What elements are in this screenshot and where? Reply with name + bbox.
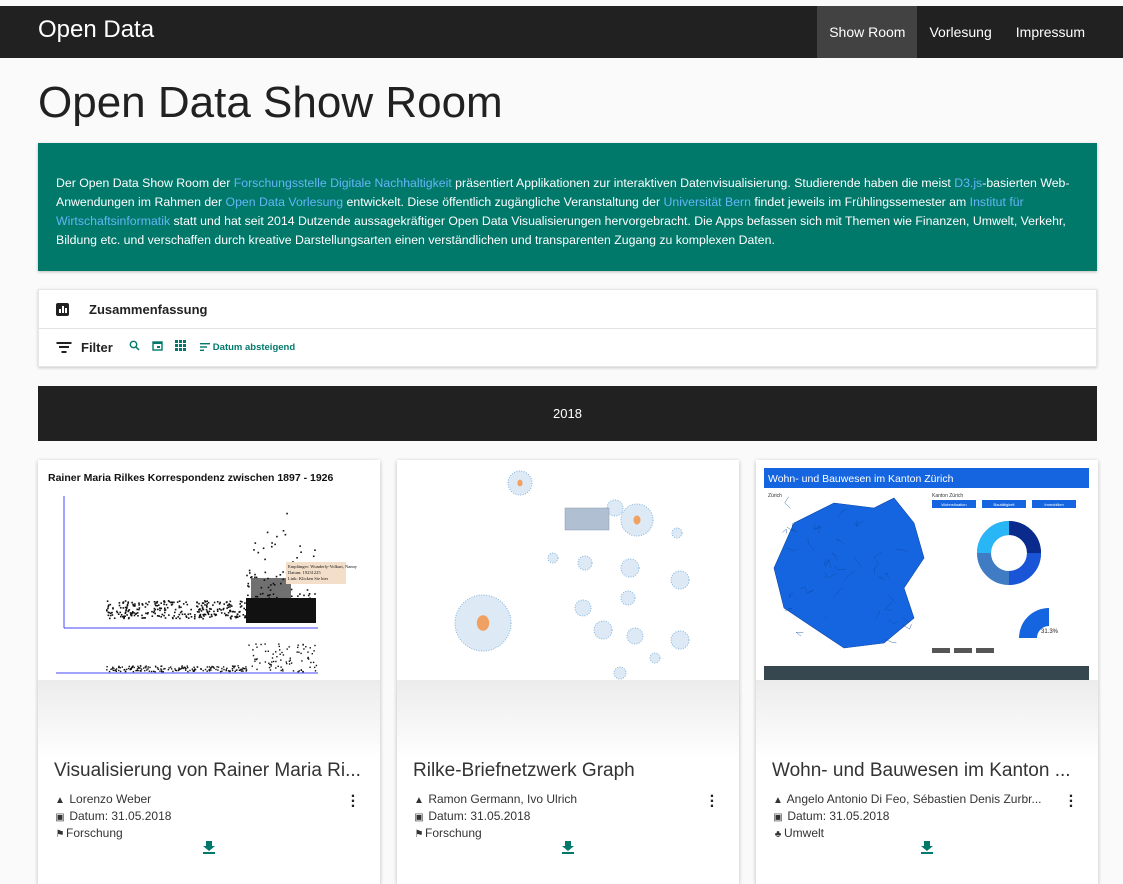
card-fade — [38, 680, 380, 760]
app-card-wohn-bauwesen[interactable]: Wohn- und Bauwesen im Kanton Zürich Züri… — [756, 460, 1098, 884]
more-vert-icon[interactable]: ... — [709, 785, 715, 811]
calendar-icon[interactable] — [152, 340, 163, 354]
filter-row: Filter Datum absteigend — [39, 328, 1096, 366]
app-card-rilke-network[interactable]: Rilke-Briefnetzwerk Graph ▲ Ramon German… — [397, 460, 739, 884]
calendar-icon: ▣ — [773, 812, 783, 823]
date-text: Datum: 31.05.2018 — [69, 809, 172, 823]
card-fade — [397, 680, 739, 760]
card-title[interactable]: Wohn- und Bauwesen im Kanton ... — [772, 760, 1084, 782]
intro-text-5: findet jeweils im Frühlingssemester am — [750, 195, 970, 209]
more-vert-icon[interactable]: ... — [1068, 785, 1074, 811]
download-icon[interactable] — [921, 841, 933, 859]
thumb-tooltip-3: Link: Klicken Sie hier — [288, 576, 329, 581]
card-category: ⚑ Forschung — [413, 826, 482, 840]
card-date: ▣ Datum: 31.05.2018 — [54, 809, 171, 823]
summary-label: Zusammenfassung — [89, 301, 208, 317]
intro-text-6: statt und hat seit 2014 Dutzende aussage… — [56, 214, 1066, 247]
sort-label: Datum absteigend — [212, 341, 296, 353]
category-text: Umwelt — [784, 826, 825, 840]
filter-label: Filter — [81, 339, 113, 355]
download-icon[interactable] — [203, 841, 215, 859]
thumb-button-2: Bautätigkeit — [994, 502, 1016, 507]
school-icon: ⚑ — [414, 829, 424, 840]
thumb-button-3: Immobilien — [1044, 502, 1063, 507]
link-d3js[interactable]: D3.js — [954, 176, 982, 190]
filter-icon — [56, 341, 71, 353]
search-icon[interactable] — [129, 340, 140, 354]
thumb-title: Wohn- und Bauwesen im Kanton Zürich — [768, 473, 954, 485]
app-card-rilke-visualization[interactable]: Rainer Maria Rilkes Korrespondenz zwisch… — [38, 460, 380, 884]
card-date: ▣ Datum: 31.05.2018 — [772, 809, 889, 823]
card-title[interactable]: Rilke-Briefnetzwerk Graph — [413, 760, 725, 782]
filter-panel: Zusammenfassung Filter Datum absteigend — [38, 289, 1097, 367]
thumb-map-label: Zürich — [768, 493, 782, 499]
intro-text-2: präsentiert Applikationen zur interaktiv… — [451, 176, 955, 190]
main-nav: Show Room Vorlesung Impressum — [817, 6, 1097, 58]
brand-logo-text[interactable]: Open Data — [38, 16, 154, 44]
calendar-icon: ▣ — [414, 812, 424, 823]
thumb-tooltip-2: Datum: 19231225 — [288, 570, 321, 575]
author-text: Angelo Antonio Di Feo, Sébastien Denis Z… — [786, 792, 1042, 806]
intro-box: Der Open Data Show Room der Forschungsst… — [38, 143, 1097, 271]
card-thumbnail[interactable]: Rainer Maria Rilkes Korrespondenz zwisch… — [46, 468, 371, 680]
person-icon: ▲ — [773, 795, 783, 806]
summary-row[interactable]: Zusammenfassung — [39, 290, 1096, 329]
card-thumbnail[interactable] — [405, 468, 730, 680]
intro-text-4: entwickelt. Diese öffentlich zugängliche… — [343, 195, 664, 209]
author-text: Ramon Germann, Ivo Ulrich — [428, 792, 578, 806]
card-category: ⚑ Forschung — [54, 826, 123, 840]
card-category: ♣ Umwelt — [772, 826, 824, 840]
grid-icon[interactable] — [174, 340, 186, 354]
card-thumbnail[interactable]: Wohn- und Bauwesen im Kanton Zürich Züri… — [764, 468, 1089, 680]
thumb-button-1: Wohnsituation — [941, 502, 966, 507]
year-header: 2018 — [38, 386, 1097, 441]
sort-icon — [199, 342, 210, 351]
card-author: ▲ Lorenzo Weber — [54, 792, 151, 806]
date-text: Datum: 31.05.2018 — [428, 809, 531, 823]
person-icon: ▲ — [55, 795, 65, 806]
nav-impressum[interactable]: Impressum — [1004, 6, 1097, 58]
intro-text-1: Der Open Data Show Room der — [56, 176, 234, 190]
bar-chart-icon — [56, 302, 69, 316]
person-icon: ▲ — [414, 795, 424, 806]
card-fade — [756, 680, 1098, 760]
link-universitaet-bern[interactable]: Universität Bern — [664, 195, 751, 209]
card-title[interactable]: Visualisierung von Rainer Maria Ri... — [54, 760, 366, 782]
date-text: Datum: 31.05.2018 — [787, 809, 890, 823]
page-title: Open Data Show Room — [38, 78, 503, 127]
thumb-percent: 31.3% — [1041, 629, 1059, 635]
download-icon[interactable] — [562, 841, 574, 859]
card-author: ▲ Angelo Antonio Di Feo, Sébastien Denis… — [772, 792, 1052, 806]
category-text: Forschung — [66, 826, 123, 840]
nav-show-room[interactable]: Show Room — [817, 6, 918, 58]
school-icon: ⚑ — [55, 829, 65, 840]
thumb-title: Rainer Maria Rilkes Korrespondenz zwisch… — [48, 472, 334, 484]
card-author: ▲ Ramon Germann, Ivo Ulrich — [413, 792, 577, 806]
top-navbar: Open Data Show Room Vorlesung Impressum — [0, 6, 1123, 58]
sort-button[interactable]: Datum absteigend — [199, 341, 296, 353]
card-date: ▣ Datum: 31.05.2018 — [413, 809, 530, 823]
thumb-side-title: Kanton Zürich — [932, 493, 963, 499]
link-forschungsstelle[interactable]: Forschungsstelle Digitale Nachhaltigkeit — [234, 176, 452, 190]
calendar-icon: ▣ — [55, 812, 65, 823]
author-text: Lorenzo Weber — [69, 792, 152, 806]
nature-icon: ♣ — [774, 829, 782, 840]
nav-vorlesung[interactable]: Vorlesung — [917, 6, 1003, 58]
category-text: Forschung — [425, 826, 482, 840]
link-open-data-vorlesung[interactable]: Open Data Vorlesung — [226, 195, 344, 209]
more-vert-icon[interactable]: ... — [350, 785, 356, 811]
